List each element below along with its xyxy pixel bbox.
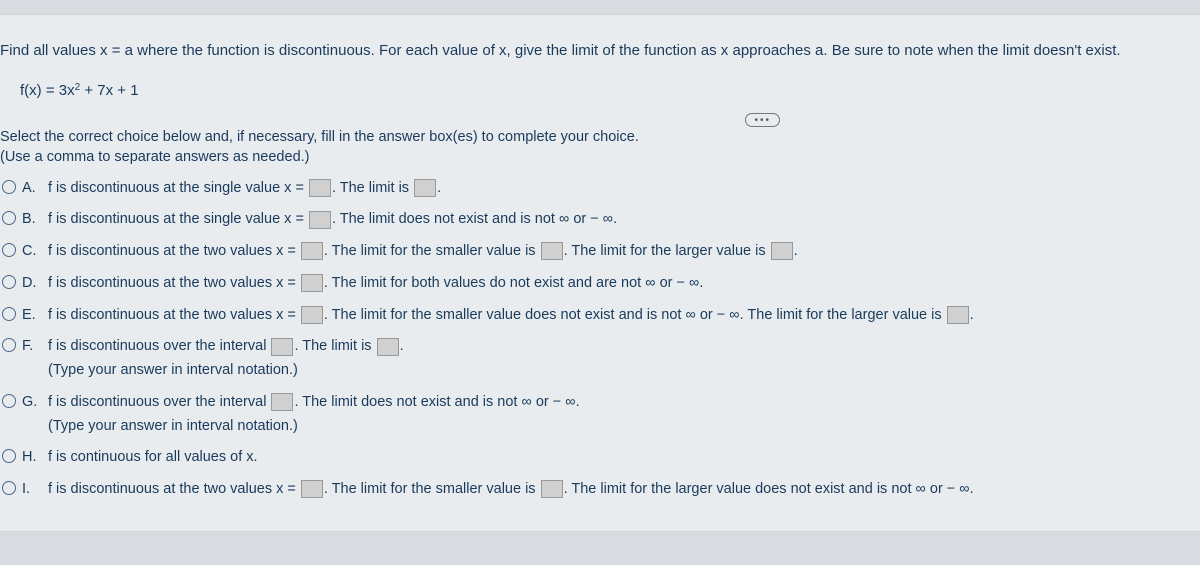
ellipsis-icon: •••	[754, 115, 771, 126]
option-g-input-1[interactable]	[271, 393, 293, 411]
option-f-input-2[interactable]	[377, 338, 399, 356]
option-b-body: f is discontinuous at the single value x…	[48, 209, 1190, 231]
option-e: E. f is discontinuous at the two values …	[2, 305, 1190, 327]
option-e-input-1[interactable]	[301, 306, 323, 324]
option-a: A. f is discontinuous at the single valu…	[2, 178, 1190, 200]
question-prompt: Find all values x = a where the function…	[0, 40, 1190, 61]
option-f-label: F.	[22, 336, 42, 358]
option-a-input-2[interactable]	[414, 179, 436, 197]
option-c: C. f is discontinuous at the two values …	[2, 241, 1190, 263]
option-h-body: f is continuous for all values of x.	[48, 447, 1190, 469]
radio-f[interactable]	[2, 338, 16, 352]
option-i-label: I.	[22, 479, 42, 501]
option-b-label: B.	[22, 209, 42, 231]
option-c-input-2[interactable]	[541, 242, 563, 260]
answer-options: A. f is discontinuous at the single valu…	[0, 178, 1190, 501]
option-d: D. f is discontinuous at the two values …	[2, 273, 1190, 295]
question-panel: Find all values x = a where the function…	[0, 14, 1200, 532]
radio-h[interactable]	[2, 449, 16, 463]
option-a-input-1[interactable]	[309, 179, 331, 197]
formula-exponent: 2	[75, 82, 81, 93]
radio-c[interactable]	[2, 243, 16, 257]
option-e-label: E.	[22, 305, 42, 327]
option-g-hint: (Type your answer in interval notation.)	[48, 416, 1190, 438]
option-a-label: A.	[22, 178, 42, 200]
option-h: H. f is continuous for all values of x.	[2, 447, 1190, 469]
option-i-input-2[interactable]	[541, 480, 563, 498]
radio-b[interactable]	[2, 211, 16, 225]
instruction-line-2: (Use a comma to separate answers as need…	[0, 147, 1190, 167]
option-g: G. f is discontinuous over the interval …	[2, 392, 1190, 438]
option-f-body: f is discontinuous over the interval . T…	[48, 336, 1190, 382]
option-i: I. f is discontinuous at the two values …	[2, 479, 1190, 501]
option-c-body: f is discontinuous at the two values x =…	[48, 241, 1190, 263]
option-i-input-1[interactable]	[301, 480, 323, 498]
option-e-input-2[interactable]	[947, 306, 969, 324]
radio-g[interactable]	[2, 394, 16, 408]
option-d-input-1[interactable]	[301, 274, 323, 292]
instruction-line-1: Select the correct choice below and, if …	[0, 127, 1190, 147]
formula-prefix: f(x) = 3x	[20, 82, 75, 99]
instructions: Select the correct choice below and, if …	[0, 127, 1190, 168]
option-d-body: f is discontinuous at the two values x =…	[48, 273, 1190, 295]
option-c-label: C.	[22, 241, 42, 263]
option-c-input-1[interactable]	[301, 242, 323, 260]
option-b-input-1[interactable]	[309, 211, 331, 229]
option-i-body: f is discontinuous at the two values x =…	[48, 479, 1190, 501]
option-f-input-1[interactable]	[271, 338, 293, 356]
option-e-body: f is discontinuous at the two values x =…	[48, 305, 1190, 327]
option-h-label: H.	[22, 447, 42, 469]
radio-d[interactable]	[2, 275, 16, 289]
radio-e[interactable]	[2, 307, 16, 321]
formula-suffix: + 7x + 1	[80, 82, 138, 99]
option-b: B. f is discontinuous at the single valu…	[2, 209, 1190, 231]
more-options-button[interactable]: •••	[745, 113, 780, 127]
option-a-body: f is discontinuous at the single value x…	[48, 178, 1190, 200]
radio-a[interactable]	[2, 180, 16, 194]
option-d-label: D.	[22, 273, 42, 295]
option-f: F. f is discontinuous over the interval …	[2, 336, 1190, 382]
option-g-label: G.	[22, 392, 42, 414]
option-f-hint: (Type your answer in interval notation.)	[48, 360, 1190, 382]
function-formula: f(x) = 3x2 + 7x + 1	[20, 81, 1190, 99]
option-g-body: f is discontinuous over the interval . T…	[48, 392, 1190, 438]
option-c-input-3[interactable]	[771, 242, 793, 260]
radio-i[interactable]	[2, 481, 16, 495]
